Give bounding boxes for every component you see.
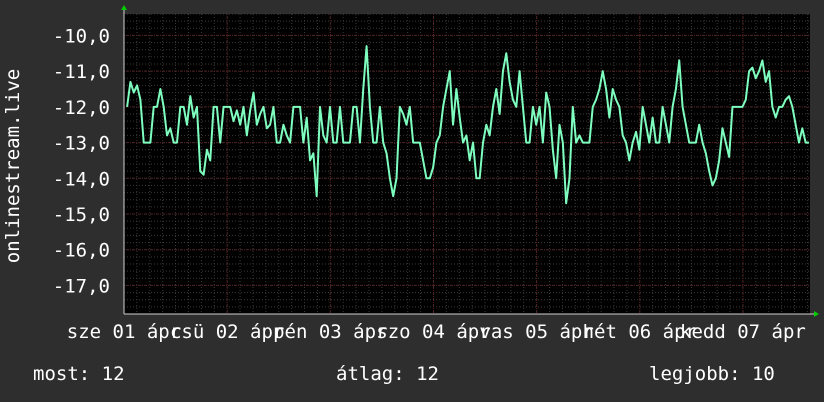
stat-current: most: 12 xyxy=(33,363,125,385)
y-axis-title: onlinestream.live xyxy=(2,69,24,263)
y-tick-label: -15,0 xyxy=(53,204,110,226)
x-tick-label: pén 03 ápr xyxy=(273,321,387,343)
y-tick-label: -10,0 xyxy=(53,25,110,47)
y-tick-label: -11,0 xyxy=(53,61,110,83)
y-tick-label: -17,0 xyxy=(53,275,110,297)
y-tick-label: -16,0 xyxy=(53,240,110,262)
x-axis-arrow xyxy=(814,311,819,317)
x-tick-label: kedd 07 ápr xyxy=(680,321,806,343)
y-tick-label: -12,0 xyxy=(53,97,110,119)
x-tick-label: sze 01 ápr xyxy=(67,321,181,343)
chart: -10,0 -11,0 -12,0 -13,0 -14,0 -15,0 -16,0 -17,0… xyxy=(0,0,824,402)
chart-svg: -10,0 -11,0 -12,0 -13,0 -14,0 -15,0 -16,0 -17,0… xyxy=(2,5,819,343)
x-tick-label: vas 05 ápr xyxy=(479,321,593,343)
stat-best: legjobb: 10 xyxy=(649,363,775,385)
stat-average: átlag: 12 xyxy=(336,363,439,385)
y-axis-arrow xyxy=(121,5,127,10)
x-tick-label: csü 02 ápr xyxy=(170,321,284,343)
x-tick-label: szo 04 ápr xyxy=(376,321,490,343)
y-tick-label: -14,0 xyxy=(53,168,110,190)
y-tick-label: -13,0 xyxy=(53,133,110,155)
